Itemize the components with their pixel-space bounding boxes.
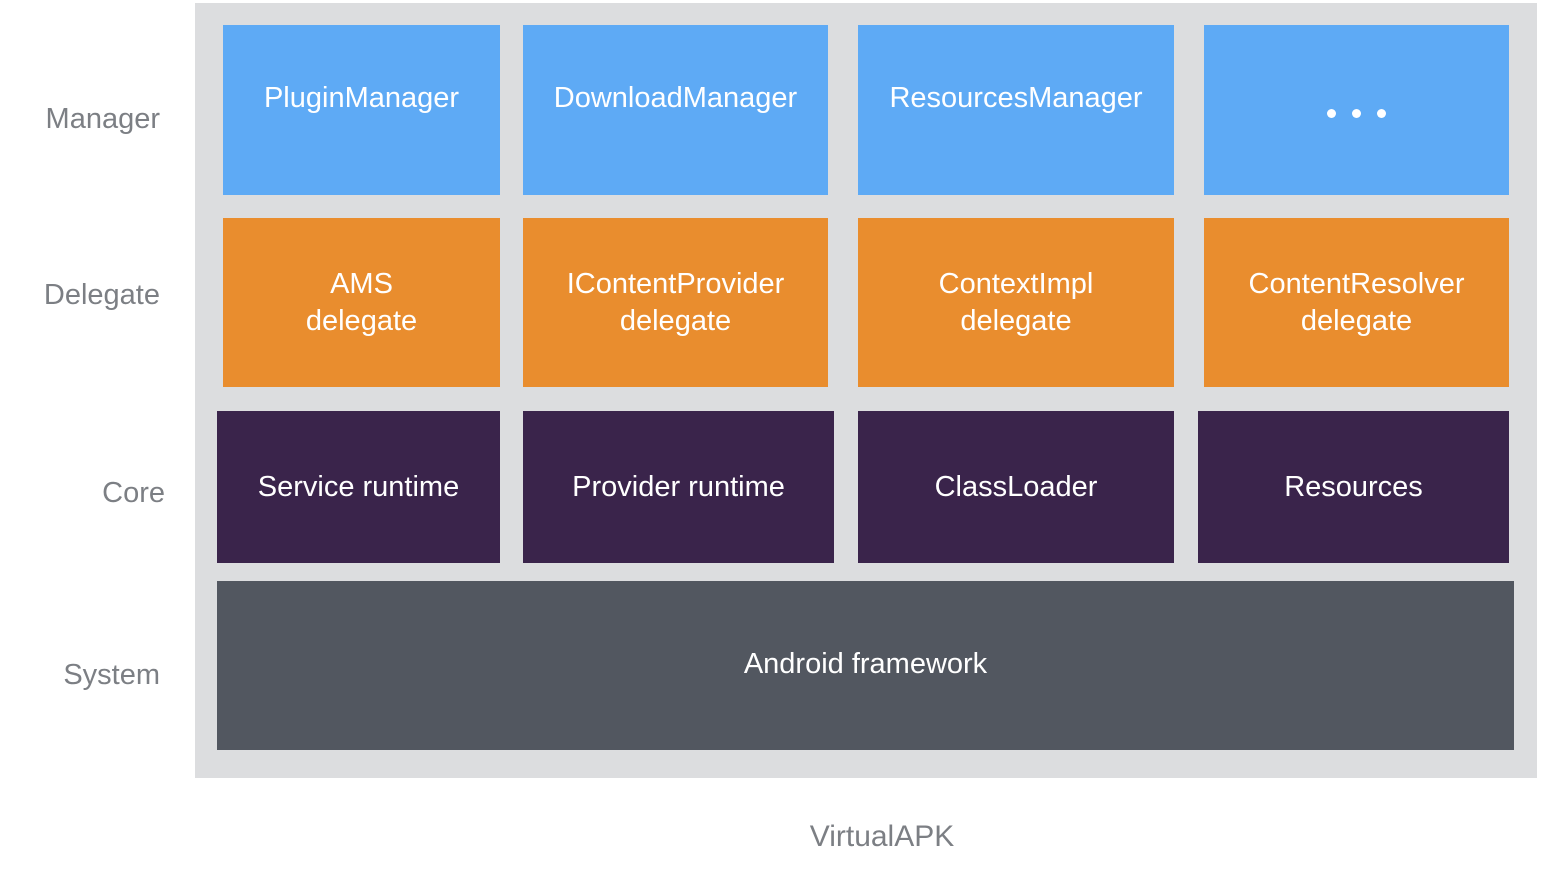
box-contextimpl-delegate: ContextImpl delegate xyxy=(858,218,1174,387)
box-label: Provider runtime xyxy=(572,470,785,503)
box-label: ResourcesManager xyxy=(889,81,1143,114)
box-classloader: ClassLoader xyxy=(858,411,1174,563)
box-label: ContentResolver delegate xyxy=(1248,267,1465,337)
box-icontentprovider-delegate: IContentProvider delegate xyxy=(523,218,828,387)
box-plugin-manager: PluginManager xyxy=(223,25,500,195)
box-ams-delegate: AMS delegate xyxy=(223,218,500,387)
box-resources: Resources xyxy=(1198,411,1509,563)
box-label: ContextImpl delegate xyxy=(938,267,1094,337)
box-label: Resources xyxy=(1284,470,1423,503)
layer-label-core: Core xyxy=(102,477,165,509)
layer-label-manager: Manager xyxy=(45,103,160,135)
box-service-runtime: Service runtime xyxy=(217,411,500,563)
box-label: Service runtime xyxy=(257,470,460,503)
box-download-manager: DownloadManager xyxy=(523,25,828,195)
box-label: PluginManager xyxy=(263,81,460,114)
box-android-framework: Android framework xyxy=(217,581,1514,750)
box-label: ClassLoader xyxy=(934,470,1098,503)
diagram-caption: VirtualAPK xyxy=(809,820,955,853)
box-label: Android framework xyxy=(743,648,988,680)
box-label: AMS delegate xyxy=(305,267,418,337)
box-label: DownloadManager xyxy=(553,81,798,114)
layer-label-system: System xyxy=(63,659,160,691)
box-resources-manager: ResourcesManager xyxy=(858,25,1174,195)
ellipsis-icon xyxy=(1327,108,1386,118)
box-provider-runtime: Provider runtime xyxy=(523,411,834,563)
box-label: IContentProvider delegate xyxy=(566,267,785,337)
layer-label-delegate: Delegate xyxy=(43,279,160,311)
box-contentresolver-delegate: ContentResolver delegate xyxy=(1204,218,1509,387)
box-more-managers xyxy=(1204,25,1509,195)
